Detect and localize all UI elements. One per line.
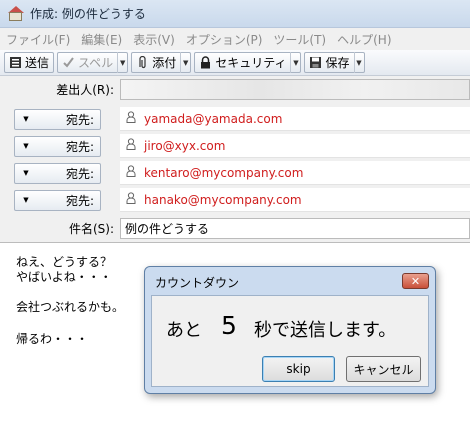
security-dropdown-icon[interactable]: ▼	[290, 52, 300, 73]
compose-window-icon	[8, 5, 24, 22]
recipient-row: ▼ 宛先: jiro@xyx.com	[0, 134, 470, 158]
recipient-type-button[interactable]: ▼ 宛先:	[14, 189, 101, 211]
attach-label: 添付	[152, 56, 177, 70]
title-bar: 作成: 例の件どうする	[0, 0, 470, 28]
menu-view[interactable]: 表示(V)	[133, 31, 175, 48]
from-label: 差出人(R):	[56, 82, 114, 97]
body-line: 会社つぶれるかも。	[16, 300, 125, 314]
recipient-row: ▼ 宛先: hanako@mycompany.com	[0, 188, 470, 212]
menu-file[interactable]: ファイル(F)	[6, 31, 70, 48]
skip-button[interactable]: skip	[262, 356, 335, 382]
security-button[interactable]: セキュリティ ▼	[194, 52, 302, 73]
recipient-field[interactable]: hanako@mycompany.com	[120, 188, 470, 212]
recipient-type-label: 宛先:	[65, 193, 94, 208]
message-header: 差出人(R): ▼ 宛先: yamada@yamada.com ▼ 宛先: ji…	[0, 76, 470, 242]
recipient-type-button[interactable]: ▼ 宛先:	[14, 162, 101, 184]
subject-input[interactable]: 例の件どうする	[120, 217, 470, 239]
recipient-type-label: 宛先:	[65, 139, 94, 154]
body-line: 帰るわ・・・	[16, 332, 89, 346]
checkmark-icon	[62, 56, 75, 69]
spell-dropdown-icon[interactable]: ▼	[117, 52, 127, 73]
person-icon	[126, 192, 136, 207]
floppy-disk-icon	[309, 56, 322, 69]
send-label: 送信	[25, 56, 50, 70]
recipient-address: kentaro@mycompany.com	[144, 165, 304, 180]
subject-row: 件名(S): 例の件どうする	[0, 216, 470, 240]
countdown-prefix: あと	[166, 320, 202, 341]
subject-label: 件名(S):	[68, 221, 114, 236]
recipient-type-button[interactable]: ▼ 宛先:	[14, 135, 101, 157]
countdown-suffix: 秒で送信します。	[254, 320, 397, 341]
recipient-type-label: 宛先:	[65, 166, 94, 181]
chevron-down-icon: ▼	[23, 196, 29, 204]
menu-edit[interactable]: 編集(E)	[81, 31, 122, 48]
from-row: 差出人(R):	[0, 77, 470, 101]
cancel-button[interactable]: キャンセル	[346, 356, 421, 382]
attach-dropdown-icon[interactable]: ▼	[180, 52, 190, 73]
recipient-field[interactable]: yamada@yamada.com	[120, 107, 470, 131]
recipient-address: yamada@yamada.com	[144, 111, 283, 126]
dialog-title: カウントダウン	[155, 276, 240, 290]
body-line: やばいよね・・・	[16, 270, 112, 284]
countdown-dialog: カウントダウン ✕ あと 5 秒で送信します。 skip キャンセル	[144, 266, 436, 394]
recipient-address: jiro@xyx.com	[144, 138, 226, 153]
recipient-field[interactable]: jiro@xyx.com	[120, 134, 470, 158]
chevron-down-icon: ▼	[23, 142, 29, 150]
close-icon[interactable]: ✕	[402, 273, 429, 289]
recipient-type-label: 宛先:	[65, 112, 94, 127]
security-label: セキュリティ	[215, 56, 287, 70]
chevron-down-icon: ▼	[23, 115, 29, 123]
person-icon	[126, 111, 136, 126]
attach-button[interactable]: 添付 ▼	[131, 52, 192, 73]
recipient-address: hanako@mycompany.com	[144, 192, 302, 207]
toolbar: 送信 スペル ▼ 添付 ▼ セキュリティ ▼ 保存 ▼	[0, 50, 470, 76]
recipient-row: ▼ 宛先: kentaro@mycompany.com	[0, 161, 470, 185]
paperclip-icon	[136, 56, 149, 69]
menu-bar: ファイル(F) 編集(E) 表示(V) オプション(P) ツール(T) ヘルプ(…	[0, 28, 470, 50]
menu-help[interactable]: ヘルプ(H)	[337, 31, 391, 48]
recipient-field[interactable]: kentaro@mycompany.com	[120, 161, 470, 185]
person-icon	[126, 165, 136, 180]
lock-icon	[199, 56, 212, 69]
save-label: 保存	[325, 56, 350, 70]
countdown-number: 5	[221, 311, 237, 340]
send-button[interactable]: 送信	[4, 52, 55, 73]
spell-label: スペル	[78, 56, 114, 70]
chevron-down-icon: ▼	[23, 169, 29, 177]
menu-options[interactable]: オプション(P)	[186, 31, 263, 48]
save-button[interactable]: 保存 ▼	[304, 52, 365, 73]
dialog-content: あと 5 秒で送信します。 skip キャンセル	[151, 295, 429, 387]
save-dropdown-icon[interactable]: ▼	[353, 52, 364, 73]
person-icon	[126, 138, 136, 153]
recipient-type-button[interactable]: ▼ 宛先:	[14, 108, 101, 130]
send-icon	[9, 56, 22, 69]
recipient-row: ▼ 宛先: yamada@yamada.com	[0, 107, 470, 131]
window-title: 作成: 例の件どうする	[30, 7, 146, 21]
from-field[interactable]	[120, 78, 470, 100]
spell-button[interactable]: スペル ▼	[57, 52, 129, 73]
menu-tools[interactable]: ツール(T)	[273, 31, 326, 48]
